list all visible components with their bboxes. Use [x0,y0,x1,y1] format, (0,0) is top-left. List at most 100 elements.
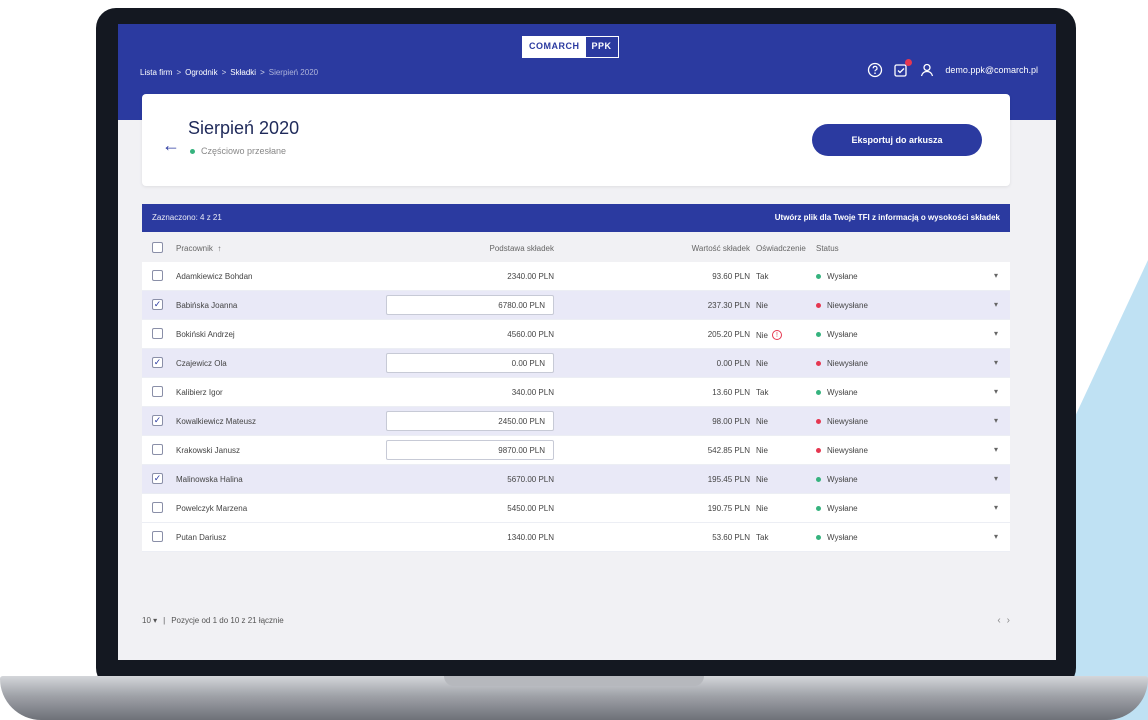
employee-name: Adamkiewicz Bohdan [176,272,253,281]
chevron-down-icon[interactable]: ▾ [994,329,998,338]
sort-arrow-icon: ↑ [217,244,222,253]
notification-badge [905,59,913,66]
declaration-value: Nie [756,504,769,513]
contribution-value: 13.60 PLN [712,388,750,397]
selection-count: Zaznaczono: 4 z 21 [152,213,222,222]
table-row[interactable]: Powelczyk Marzena 5450.00 PLN 190.75 PLN Ni… [142,494,1010,523]
table-row[interactable]: Bokiński Andrzej 4560.00 PLN 205.20 PLN Nie… [142,320,1010,349]
chevron-down-icon[interactable]: ▾ [994,358,998,367]
chevron-down-icon[interactable]: ▾ [994,271,998,280]
status: Wysłane [816,330,858,339]
chevron-down-icon[interactable]: ▾ [994,503,998,512]
status: Wysłane [816,272,858,281]
breadcrumb: Lista firm > Ogrodnik > Składki > Sierpi… [140,68,318,77]
table-row[interactable]: Kalibierz Igor 340.00 PLN 13.60 PLN Tak Wysł… [142,378,1010,407]
column-value: Wartość składek [691,244,750,253]
row-checkbox[interactable]: ✓ [152,473,163,484]
chevron-down-icon[interactable]: ▾ [994,445,998,454]
chevron-down-icon[interactable]: ▾ [994,300,998,309]
base-amount: 1340.00 PLN [507,533,554,542]
base-amount-value: 6780.00 PLN [498,301,545,310]
employee-name: Kalibierz Igor [176,388,223,397]
create-tfi-file-link[interactable]: Utwórz plik dla Twoje TFI z informacją o… [775,213,1000,222]
row-checkbox[interactable] [152,502,163,513]
notifications-icon[interactable] [893,59,913,78]
table-row[interactable]: Krakowski Janusz 9870.00 PLN 542.85 PLN Nie… [142,436,1010,465]
contribution-value: 195.45 PLN [707,475,750,484]
status: Niewysłane [816,417,868,426]
status-text: Wysłane [827,330,858,339]
table-row[interactable]: Putan Dariusz 1340.00 PLN 53.60 PLN Tak Wysł… [142,523,1010,552]
table-row[interactable]: ✓ Kowalkiewicz Mateusz 2450.00 PLN 98.00 PL… [142,407,1010,436]
chevron-down-icon[interactable]: ▾ [994,387,998,396]
table-row[interactable]: ✓ Czajewicz Ola 0.00 PLN 0.00 PLN Nie Niewysł… [142,349,1010,378]
declaration: Nie [756,359,768,368]
status-dot [816,419,821,424]
help-icon[interactable] [867,62,883,78]
declaration-value: Tak [756,272,769,281]
export-button[interactable]: Eksportuj do arkusza [812,124,982,156]
row-checkbox[interactable]: ✓ [152,357,163,368]
base-amount-input[interactable]: 2450.00 PLN [386,411,554,431]
declaration-value: Nie [756,330,769,340]
laptop-notch [444,676,704,686]
page-title: Sierpień 2020 [188,118,300,138]
back-arrow-icon[interactable]: ← [162,136,180,154]
column-employee-label: Pracownik [176,244,213,253]
status-text: Wysłane [827,504,858,513]
employee-name: Kowalkiewicz Mateusz [176,417,257,426]
status-dot [816,361,821,366]
status: Niewysłane [816,446,868,455]
contribution-value: 98.00 PLN [712,417,750,426]
user-icon[interactable] [919,62,935,78]
select-all-checkbox[interactable] [152,242,163,253]
breadcrumb-item[interactable]: Ogrodnik [185,68,217,77]
declaration-value: Tak [756,533,769,542]
declaration: Tak [756,388,768,397]
row-checkbox[interactable] [152,386,163,397]
prev-page-icon[interactable]: ‹ [997,615,1000,626]
table-footer: 10 ▾ | Pozycje od 1 do 10 z 21 łącznie ‹… [142,612,1010,632]
status-dot [816,274,821,279]
base-amount-value: 2450.00 PLN [498,417,545,426]
row-checkbox[interactable] [152,531,163,542]
breadcrumb-separator: > [221,68,227,77]
row-checkbox[interactable]: ✓ [152,299,163,310]
base-amount-input[interactable]: 6780.00 PLN [386,295,554,315]
table-row[interactable]: ✓ Babińska Joanna 6780.00 PLN 237.30 PLN Nie… [142,291,1010,320]
header-card: ← Sierpień 2020 Częściowo przesłane Eksp… [142,94,1010,186]
base-amount-input[interactable]: 9870.00 PLN [386,440,554,460]
status-dot [816,390,821,395]
status-dot [190,148,195,154]
contribution-value: 0.00 PLN [716,359,750,368]
status-dot [816,477,821,482]
declaration-value: Nie [756,417,769,426]
row-checkbox[interactable] [152,270,163,281]
chevron-down-icon[interactable]: ▾ [994,416,998,425]
next-page-icon[interactable]: › [1007,615,1010,626]
status: Niewysłane [816,301,868,310]
contribution-value: 205.20 PLN [707,330,750,339]
user-email[interactable]: demo.ppk@comarch.pl [945,65,1038,75]
chevron-down-icon[interactable]: ▾ [994,474,998,483]
row-checkbox[interactable]: ✓ [152,415,163,426]
breadcrumb-item[interactable]: Składki [230,68,256,77]
chevron-down-icon[interactable]: ▾ [994,532,998,541]
status: Wysłane [816,533,858,542]
column-status: Status [816,244,839,253]
warning-icon[interactable]: ! [772,330,783,340]
base-amount: 5670.00 PLN [507,475,554,484]
row-checkbox[interactable] [152,444,163,455]
column-employee[interactable]: Pracownik ↑ [176,244,221,253]
declaration: Tak [756,272,768,281]
breadcrumb-item[interactable]: Lista firm [140,68,172,77]
table-row[interactable]: ✓ Malinowska Halina 5670.00 PLN 195.45 PLN N… [142,465,1010,494]
status-dot [816,535,821,540]
table-row[interactable]: Adamkiewicz Bohdan 2340.00 PLN 93.60 PLN Ta… [142,262,1010,291]
status-dot [816,303,821,308]
status-text: Niewysłane [827,446,868,455]
declaration: Nie [756,475,768,484]
page-size-select[interactable]: 10 ▾ [142,616,157,625]
base-amount-input[interactable]: 0.00 PLN [386,353,554,373]
row-checkbox[interactable] [152,328,163,339]
